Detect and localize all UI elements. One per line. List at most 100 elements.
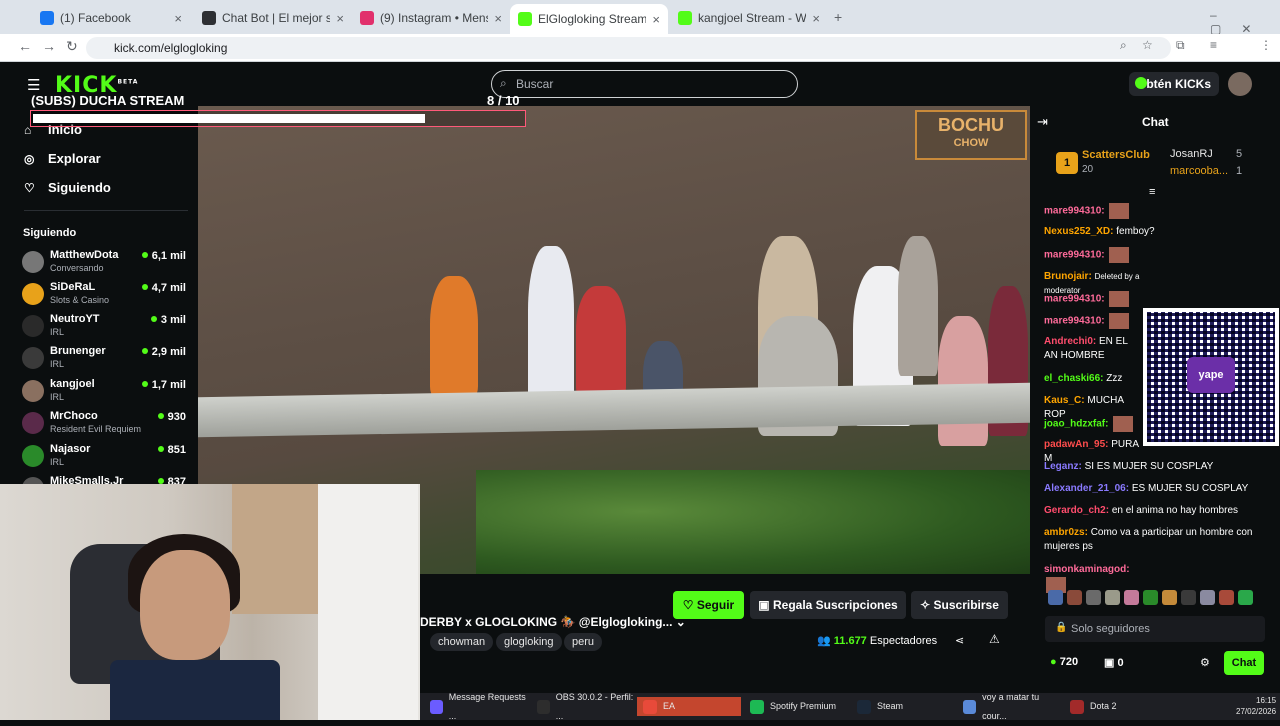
chat-username[interactable]: Nexus252_XD: [1044, 226, 1113, 237]
video-figure [430, 276, 478, 396]
taskbar-item[interactable]: Message Requests ... [424, 692, 528, 721]
chat-username[interactable]: mare994310: [1044, 316, 1105, 327]
gift-subs-button[interactable]: ▣ Regala Suscripciones [750, 591, 906, 619]
emote[interactable] [1181, 590, 1196, 605]
emote[interactable] [1162, 590, 1177, 605]
taskbar-label: Dota 2 [1090, 701, 1117, 711]
avatar[interactable] [1228, 72, 1252, 96]
bookmark-icon[interactable]: ☆ [1142, 38, 1153, 52]
heart-icon: ♡ [682, 598, 694, 612]
emote[interactable] [1200, 590, 1215, 605]
chat-username[interactable]: el_chaski66: [1044, 373, 1104, 384]
send-chat-button[interactable]: Chat [1224, 651, 1264, 675]
hamburger-icon[interactable]: ☰ [27, 76, 40, 94]
heart-icon: ♡ [24, 180, 35, 195]
kicks-balance[interactable]: ● 720 [1050, 656, 1078, 668]
emote[interactable] [1086, 590, 1101, 605]
top-gifters: 1 ScattersClub 20 JosanRJ 5 marcooba... … [1040, 140, 1272, 190]
chat-text: Zzz [1106, 373, 1123, 384]
chat-username[interactable]: mare994310: [1044, 206, 1105, 217]
collapse-chat-icon[interactable]: ⇥ [1037, 114, 1048, 130]
close-icon[interactable]: × [336, 11, 344, 26]
tab-kangjoel[interactable]: kangjoel Stream - Watch Live o× [670, 6, 828, 30]
follow-button[interactable]: ♡ Seguir [673, 591, 744, 619]
chat-username[interactable]: Alexander_21_06: [1044, 483, 1129, 494]
users-icon: 👥 [817, 635, 831, 647]
chat-username[interactable]: Leganz: [1044, 461, 1082, 472]
followed-channel[interactable]: MrChoco Resident Evil Requiem 930 [22, 410, 188, 440]
address-bar-row: ← → ↻ kick.com/elglogloking ⌕ ☆ ⧉ ≡ ⋮ [0, 34, 1280, 62]
chat-message: mare994310: [1044, 313, 1142, 329]
chat-username[interactable]: ambr0zs: [1044, 527, 1088, 538]
followed-channel[interactable]: kangjoel IRL 1,7 mil [22, 378, 188, 408]
chat-input[interactable]: Solo seguidores [1045, 616, 1265, 642]
taskbar-item[interactable]: EA [637, 697, 741, 716]
sidebar-item-explorar[interactable]: ◎ Explorar [24, 151, 101, 166]
chat-message: el_chaski66: Zzz [1044, 372, 1142, 386]
chat-username[interactable]: Gerardo_ch2: [1044, 505, 1109, 516]
video-figure [576, 286, 626, 396]
chat-username[interactable]: padawAn_95: [1044, 439, 1108, 450]
chat-username[interactable]: Andrechi0: [1044, 336, 1096, 347]
menu-icon[interactable]: ⋮ [1260, 38, 1272, 52]
followed-channel[interactable]: SiDeRaL Slots & Casino 4,7 mil [22, 281, 188, 311]
reload-icon[interactable]: ↻ [66, 38, 78, 55]
stream-tag[interactable]: peru [564, 633, 603, 651]
emote[interactable] [1048, 590, 1063, 605]
taskbar-item[interactable]: OBS 30.0.2 - Perfil: ... [531, 692, 635, 721]
chat-username[interactable]: joao_hdzxfaf: [1044, 419, 1108, 430]
followed-channel[interactable]: Brunenger IRL 2,9 mil [22, 345, 188, 375]
taskbar-item[interactable]: Spotify Premium [744, 697, 848, 716]
report-icon[interactable]: ⚠ [989, 632, 1000, 646]
chat-username[interactable]: Brunojair: [1044, 271, 1092, 282]
emote[interactable] [1143, 590, 1158, 605]
followed-channel[interactable]: NeutroYT IRL 3 mil [22, 313, 188, 343]
share-icon[interactable]: ⋖ [955, 634, 964, 647]
webcam-shirt [110, 660, 280, 720]
close-icon[interactable]: × [652, 12, 660, 27]
followed-channel[interactable]: MatthewDota Conversando 6,1 mil [22, 249, 188, 279]
url-field[interactable]: kick.com/elglogloking [86, 37, 1171, 59]
back-icon[interactable]: ← [18, 38, 32, 54]
emote[interactable] [1219, 590, 1234, 605]
emote[interactable] [1238, 590, 1253, 605]
taskbar-item[interactable]: voy a matar tu cour... [957, 692, 1061, 721]
sidebar-item-siguiendo[interactable]: ♡ Siguiendo [24, 180, 111, 195]
system-clock[interactable]: 16:15 27/02/2026 [1236, 695, 1276, 717]
forward-icon[interactable]: → [42, 38, 56, 54]
extensions-icon[interactable]: ⧉ [1176, 38, 1185, 53]
emote[interactable] [1105, 590, 1120, 605]
sub-goal-title: (SUBS) DUCHA STREAM [31, 93, 185, 108]
window-controls[interactable]: –▢✕ [1210, 8, 1280, 36]
chat-username[interactable]: mare994310: [1044, 250, 1105, 261]
media-icon[interactable]: ≡ [1210, 38, 1217, 52]
close-icon[interactable]: × [812, 11, 820, 26]
close-icon[interactable]: × [174, 11, 182, 26]
chat-message: Alexander_21_06: ES MUJER SU COSPLAY [1044, 482, 1264, 496]
tab-instagram[interactable]: (9) Instagram • Mensajes× [352, 6, 510, 30]
subscribe-button[interactable]: ✧ Suscribirse [911, 591, 1008, 619]
tab-chatbot[interactable]: Chat Bot | El mejor software pa× [194, 6, 352, 30]
tab-facebook[interactable]: (1) Facebook × [32, 6, 190, 30]
stream-tag[interactable]: chowman [430, 633, 494, 651]
qr-pattern: yape [1147, 312, 1275, 442]
chat-username[interactable]: Kaus_C: [1044, 395, 1085, 406]
taskbar-item[interactable]: Dota 2 [1064, 697, 1168, 716]
gear-icon[interactable]: ⚙ [1200, 656, 1210, 669]
followed-channel[interactable]: Najasor IRL 851 [22, 443, 188, 473]
emote[interactable] [1067, 590, 1082, 605]
expand-icon[interactable]: ≡ [1149, 186, 1155, 198]
chat-username[interactable]: mare994310: [1044, 294, 1105, 305]
search-input[interactable]: Buscar [491, 70, 798, 98]
chat-username[interactable]: simonkaminagod: [1044, 564, 1130, 575]
new-tab-button[interactable]: + [834, 9, 842, 25]
tab-elglogloking[interactable]: ElGlogloking Stream - Watc× [510, 4, 668, 34]
taskbar-item[interactable]: Steam [851, 697, 955, 716]
avatar [22, 380, 44, 402]
close-icon[interactable]: × [494, 11, 502, 26]
stream-tag[interactable]: glogloking [496, 633, 562, 651]
drops-balance[interactable]: ▣ 0 [1104, 656, 1124, 669]
emote[interactable] [1124, 590, 1139, 605]
emote-bar [1048, 590, 1273, 608]
zoom-icon[interactable]: ⌕ [1120, 38, 1127, 53]
